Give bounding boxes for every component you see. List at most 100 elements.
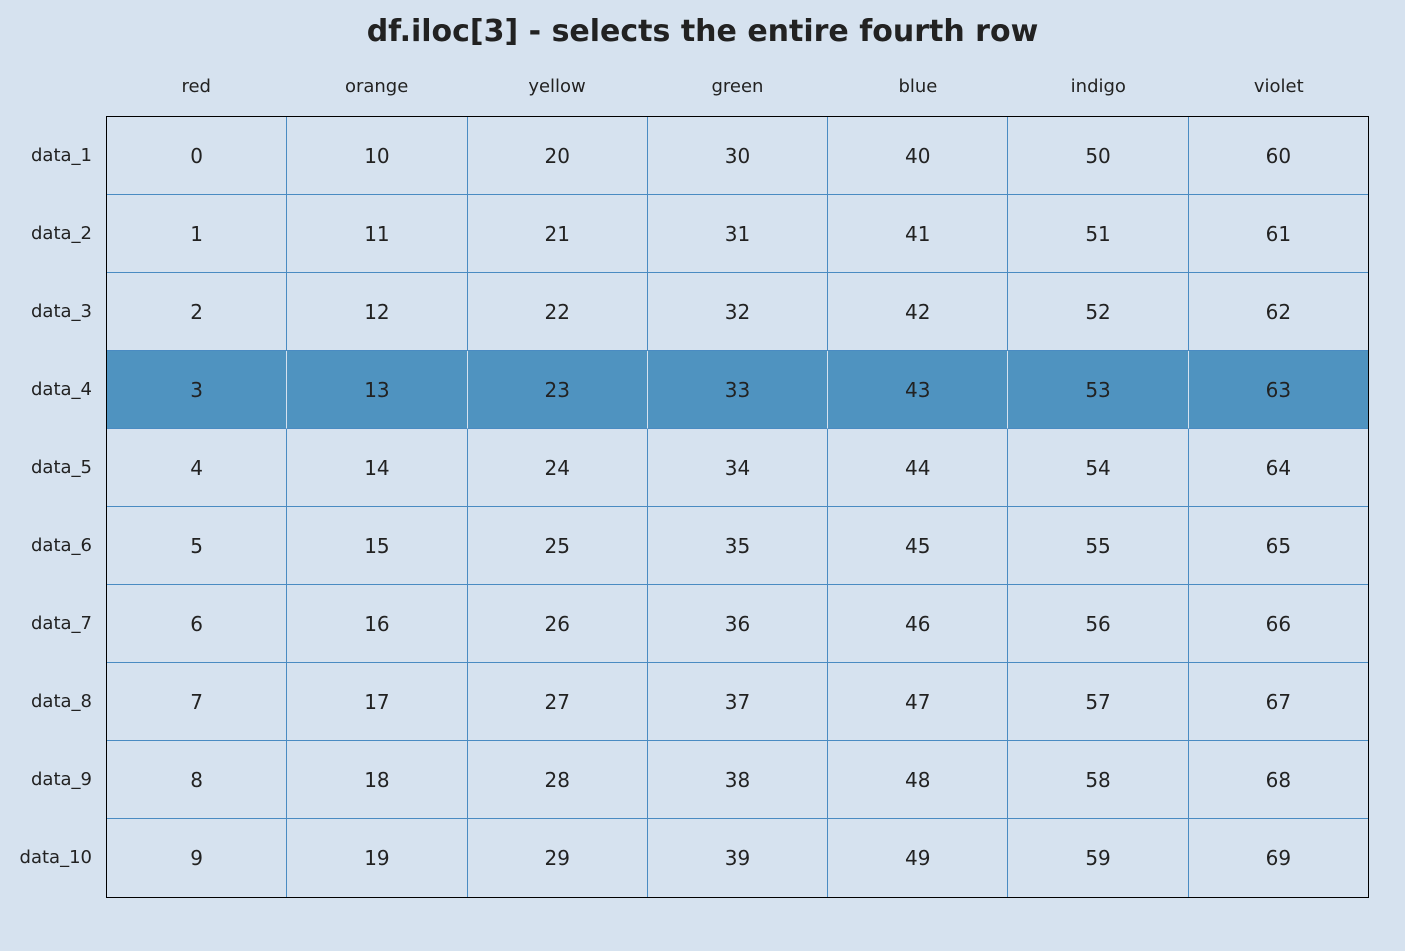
table-row: 6162636465666 xyxy=(107,585,1368,663)
table-cell: 35 xyxy=(648,507,828,585)
table-cell: 41 xyxy=(828,195,1008,273)
table-cell: 49 xyxy=(828,819,1008,897)
row-label: data_1 xyxy=(0,116,106,194)
table-cell: 3 xyxy=(107,351,287,429)
row-label: data_9 xyxy=(0,740,106,818)
table-row: 9192939495969 xyxy=(107,819,1368,897)
table-cell: 58 xyxy=(1008,741,1188,819)
table-cell: 53 xyxy=(1008,351,1188,429)
table-cell: 65 xyxy=(1189,507,1368,585)
table-cell: 8 xyxy=(107,741,287,819)
table-cell: 28 xyxy=(468,741,648,819)
row-label-text: data_5 xyxy=(31,457,92,478)
table-cell: 7 xyxy=(107,663,287,741)
row-label-text: data_4 xyxy=(31,379,92,400)
row-label: data_3 xyxy=(0,272,106,350)
row-label: data_2 xyxy=(0,194,106,272)
table-cell: 62 xyxy=(1189,273,1368,351)
table-cell: 61 xyxy=(1189,195,1368,273)
table-cell: 21 xyxy=(468,195,648,273)
column-header-label: indigo xyxy=(1071,76,1126,97)
table-cell: 46 xyxy=(828,585,1008,663)
chart-title: df.iloc[3] - selects the entire fourth r… xyxy=(0,14,1405,49)
table-row: 5152535455565 xyxy=(107,507,1368,585)
table-cell: 25 xyxy=(468,507,648,585)
table-cell: 50 xyxy=(1008,117,1188,195)
column-header: violet xyxy=(1189,76,1369,116)
table-cell: 10 xyxy=(287,117,467,195)
table-cell: 42 xyxy=(828,273,1008,351)
column-header: orange xyxy=(286,76,466,116)
row-label: data_5 xyxy=(0,428,106,506)
table-cell: 6 xyxy=(107,585,287,663)
row-label-text: data_6 xyxy=(31,535,92,556)
table-cell: 24 xyxy=(468,429,648,507)
row-label: data_7 xyxy=(0,584,106,662)
table-cell: 48 xyxy=(828,741,1008,819)
table-cell: 22 xyxy=(468,273,648,351)
table-cell: 69 xyxy=(1189,819,1368,897)
table-cell: 63 xyxy=(1189,351,1368,429)
table-cell: 15 xyxy=(287,507,467,585)
table-row: 2122232425262 xyxy=(107,273,1368,351)
column-headers: red orange yellow green blue indigo viol… xyxy=(106,76,1369,116)
table-cell: 5 xyxy=(107,507,287,585)
column-header-label: orange xyxy=(345,76,408,97)
row-label: data_4 xyxy=(0,350,106,428)
table-cell: 19 xyxy=(287,819,467,897)
table-cell: 59 xyxy=(1008,819,1188,897)
table-cell: 18 xyxy=(287,741,467,819)
table-cell: 64 xyxy=(1189,429,1368,507)
column-header: yellow xyxy=(467,76,647,116)
row-label: data_8 xyxy=(0,662,106,740)
table-cell: 67 xyxy=(1189,663,1368,741)
table-cell: 4 xyxy=(107,429,287,507)
table-row-highlighted: 3132333435363 xyxy=(107,351,1368,429)
row-label-text: data_1 xyxy=(31,145,92,166)
table-cell: 56 xyxy=(1008,585,1188,663)
table-cell: 34 xyxy=(648,429,828,507)
table-cell: 32 xyxy=(648,273,828,351)
table-row: 4142434445464 xyxy=(107,429,1368,507)
table-cell: 17 xyxy=(287,663,467,741)
table-cell: 29 xyxy=(468,819,648,897)
table-cell: 9 xyxy=(107,819,287,897)
row-label-text: data_7 xyxy=(31,613,92,634)
table-cell: 51 xyxy=(1008,195,1188,273)
table-cell: 31 xyxy=(648,195,828,273)
table-cell: 66 xyxy=(1189,585,1368,663)
table-cell: 55 xyxy=(1008,507,1188,585)
table-cell: 1 xyxy=(107,195,287,273)
table-cell: 26 xyxy=(468,585,648,663)
table-cell: 60 xyxy=(1189,117,1368,195)
column-header: indigo xyxy=(1008,76,1188,116)
column-header-label: red xyxy=(181,76,211,97)
table-cell: 68 xyxy=(1189,741,1368,819)
table-cell: 0 xyxy=(107,117,287,195)
table-cell: 16 xyxy=(287,585,467,663)
table-cell: 37 xyxy=(648,663,828,741)
data-grid: 0102030405060111213141516121222324252623… xyxy=(106,116,1369,898)
table-cell: 13 xyxy=(287,351,467,429)
column-header: red xyxy=(106,76,286,116)
table-cell: 57 xyxy=(1008,663,1188,741)
row-label-text: data_3 xyxy=(31,301,92,322)
row-label: data_10 xyxy=(0,818,106,896)
column-header: green xyxy=(647,76,827,116)
table-cell: 30 xyxy=(648,117,828,195)
row-labels: data_1 data_2 data_3 data_4 data_5 data_… xyxy=(0,116,106,896)
row-label-text: data_2 xyxy=(31,223,92,244)
table-row: 0102030405060 xyxy=(107,117,1368,195)
table-cell: 47 xyxy=(828,663,1008,741)
table-cell: 36 xyxy=(648,585,828,663)
table-cell: 2 xyxy=(107,273,287,351)
row-label-text: data_9 xyxy=(31,769,92,790)
column-header-label: blue xyxy=(898,76,937,97)
table-cell: 38 xyxy=(648,741,828,819)
table-row: 7172737475767 xyxy=(107,663,1368,741)
row-label-text: data_8 xyxy=(31,691,92,712)
table-cell: 14 xyxy=(287,429,467,507)
table-cell: 33 xyxy=(648,351,828,429)
table-cell: 44 xyxy=(828,429,1008,507)
table-cell: 20 xyxy=(468,117,648,195)
